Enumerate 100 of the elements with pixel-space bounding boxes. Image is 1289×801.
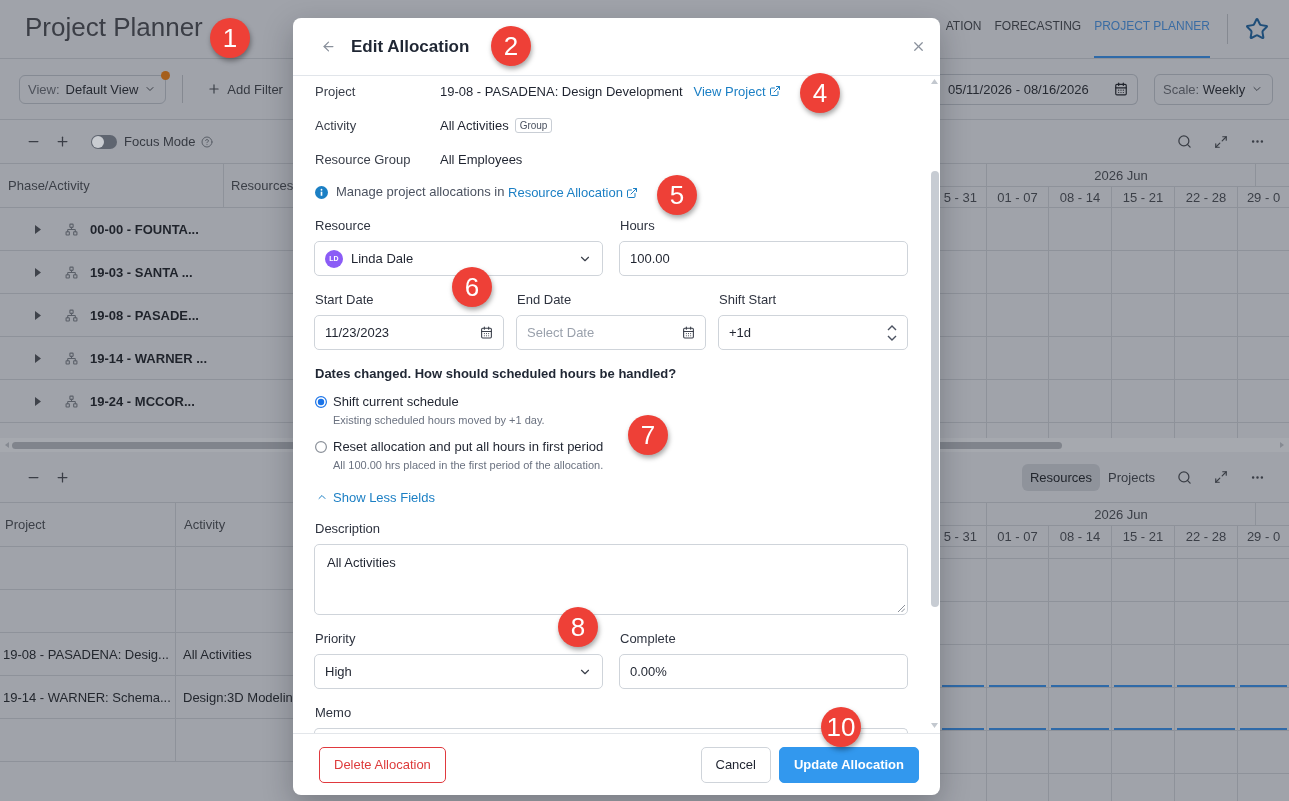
week-header: 01 - 07 [997,189,1038,205]
caret-right-icon[interactable] [35,353,41,363]
scrollbar-thumb[interactable] [930,171,939,607]
external-link-icon [625,186,638,199]
expand-icon[interactable] [1214,134,1228,149]
expand-all-icon[interactable] [55,469,70,485]
caret-right-icon[interactable] [35,310,41,320]
week-header: 15 - 21 [1122,189,1164,205]
month-header: 2026 Jun [1094,167,1148,183]
calendar-icon [1114,82,1128,96]
add-filter-button[interactable]: Add Filter [199,75,291,103]
column-header: Activity [184,517,226,532]
stepper-arrows-icon[interactable] [887,324,897,341]
option-hint: Existing scheduled hours moved by +1 day. [333,413,545,428]
view-toggle-tab[interactable]: Resources [1021,463,1101,491]
info-message: Manage project allocations in Resource Allocation [336,183,638,201]
week-header: 22 - 28 [1185,528,1227,544]
start-date-field[interactable]: 11/23/2023 [314,315,504,350]
date-range-field[interactable]: 05/11/2026 - 08/16/2026 [940,73,1138,105]
detail-value: 19-08 - PASADENA: Design Development [440,83,683,99]
hierarchy-icon [65,265,78,279]
field-label: Description [315,520,381,538]
field-label: End Date [517,291,572,309]
shift-start-field[interactable]: +1d [718,315,908,350]
expand-icon[interactable] [1214,470,1228,484]
hierarchy-icon [65,308,78,322]
description-field[interactable]: All Activities [314,544,908,615]
project-cell: 19-08 - PASADENA: Desig... [3,646,169,662]
radio-button[interactable] [315,441,327,453]
field-label: Resource [315,217,371,235]
detail-label: Activity [315,117,357,133]
fields-toggle-link[interactable]: Show Less Fields [316,487,435,507]
view-project-link[interactable]: View Project [693,83,781,99]
search-icon[interactable] [1177,134,1192,149]
resource-allocation-link[interactable]: Resource Allocation [508,185,638,201]
phase-label[interactable]: 19-08 - PASADE... [90,307,199,323]
group-tag: Group [514,117,553,133]
week-header: 01 - 07 [997,528,1038,544]
field-label: Hours [620,217,655,235]
dialog-title: Edit Allocation [351,36,470,57]
hierarchy-icon [65,222,78,236]
expand-all-icon[interactable] [55,134,70,149]
star-icon[interactable] [1245,17,1269,41]
nav-tab[interactable]: FORECASTING [994,0,1082,58]
detail-label: Resource Group [315,151,411,167]
resize-grip-icon[interactable] [898,605,905,612]
week-header: 08 - 14 [1059,189,1101,205]
phase-label[interactable]: 00-00 - FOUNTA... [90,221,199,237]
caret-right-icon[interactable] [35,224,41,234]
caret-right-icon[interactable] [35,396,41,406]
page-title: Project Planner [25,11,203,43]
option-hint: All 100.00 hrs placed in the first period of the allocation. [333,458,604,473]
search-icon[interactable] [1177,469,1192,485]
cancel-button[interactable]: Cancel [700,746,771,783]
view-selector[interactable]: View: Default View [19,74,167,104]
help-icon[interactable] [200,135,213,148]
plus-icon [207,82,222,96]
field-label: Memo [315,704,352,722]
column-header: Project [5,517,46,532]
phase-label[interactable]: 19-03 - SANTA ... [90,264,193,280]
week-header: 29 - 0 [1246,189,1281,205]
scale-selector[interactable]: Scale: Weekly [1154,73,1273,105]
detail-value: All Employees [440,151,523,167]
column-header: Phase/Activity [8,178,90,193]
detail-label: Project [315,83,356,99]
field-label: Start Date [315,291,374,309]
scrollbar-thumb[interactable] [12,441,293,449]
field-label: Priority [315,630,356,648]
week-header: 22 - 28 [1185,189,1227,205]
option-label[interactable]: Shift current schedule [333,392,459,412]
priority-select[interactable]: High [314,654,603,689]
project-cell: 19-14 - WARNER: Schema... [3,689,171,705]
nav-tab[interactable]: ATION [945,0,982,58]
view-toggle-tab[interactable]: Projects [1100,463,1163,491]
radio-button[interactable] [315,396,327,408]
calendar-icon [682,326,695,339]
detail-value: All Activities [440,117,509,133]
complete-field[interactable]: 0.00% [619,654,908,689]
scrollbar-thumb[interactable] [940,441,1062,449]
caret-right-icon[interactable] [35,267,41,277]
hours-field[interactable]: 100.00 [619,241,908,276]
week-header: 5 - 31 [943,189,977,205]
week-header: 5 - 31 [943,528,977,544]
option-label[interactable]: Reset allocation and put all hours in first period [333,437,604,457]
phase-label[interactable]: 19-14 - WARNER ... [90,350,208,366]
dates-changed-question: Dates changed. How should scheduled hours be handled? [315,365,678,383]
week-header: 15 - 21 [1122,528,1164,544]
activity-cell: All Activities [183,646,252,662]
field-label: Shift Start [719,291,777,309]
focus-mode-toggle[interactable] [91,134,117,149]
calendar-icon [480,326,493,339]
close-icon[interactable] [911,39,926,54]
field-label: Complete [620,630,676,648]
week-header: 08 - 14 [1059,528,1101,544]
info-icon [315,185,328,199]
phase-label[interactable]: 19-24 - MCCOR... [90,393,195,409]
month-header: 2026 Jun [1094,506,1148,522]
delete-allocation-button[interactable]: Delete Allocation [319,746,446,783]
activity-cell: Design:3D Modelin [183,689,293,705]
external-link-icon [768,85,781,97]
